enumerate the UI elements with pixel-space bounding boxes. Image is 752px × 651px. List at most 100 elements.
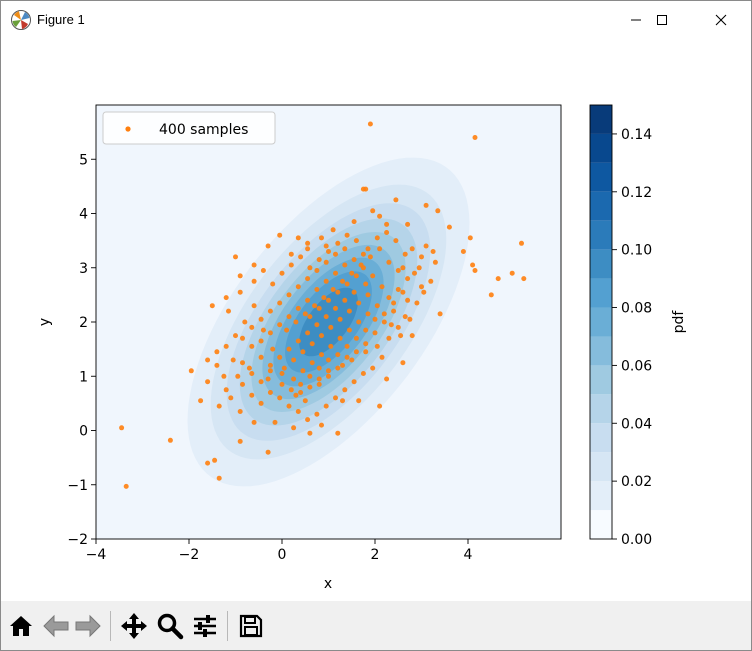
colorbar-band [590, 452, 612, 482]
scatter-point [344, 281, 350, 287]
scatter-point [316, 381, 322, 387]
scatter-point [251, 262, 257, 268]
scatter-point [316, 365, 322, 371]
scatter-point [335, 430, 341, 436]
colorbar-tick-label: 0.08 [621, 301, 652, 317]
scatter-point [319, 235, 324, 241]
scatter-point [307, 265, 313, 271]
scatter-point [423, 202, 429, 208]
scatter-point [302, 311, 308, 317]
scatter-point [307, 314, 313, 320]
forward-button[interactable] [73, 611, 103, 641]
window-title: Figure 1 [37, 12, 85, 27]
scatter-point [295, 338, 301, 344]
subplots-button[interactable] [190, 611, 220, 641]
colorbar-label: pdf [671, 310, 687, 334]
scatter-point [407, 316, 413, 322]
scatter-point [270, 281, 276, 287]
colorbar-ticks: 0.00 0.02 0.04 0.06 0.08 0.10 0.12 0.14 [612, 127, 652, 548]
scatter-point [258, 338, 264, 344]
scatter-point [291, 425, 297, 431]
back-button[interactable] [41, 611, 71, 641]
scatter-point [272, 419, 278, 425]
scatter-point [405, 221, 411, 227]
scatter-point [198, 398, 204, 404]
scatter-point [326, 373, 331, 379]
scatter-point [216, 475, 222, 481]
scatter-point [340, 278, 345, 284]
scatter-point [242, 319, 248, 325]
scatter-point [363, 327, 369, 333]
x-axis-label: x [324, 576, 332, 592]
navigation-toolbar [1, 601, 751, 650]
scatter-point [267, 308, 273, 314]
scatter-point [351, 379, 357, 385]
maximize-button[interactable] [639, 1, 685, 39]
pan-button[interactable] [119, 611, 149, 641]
maximize-icon [657, 15, 667, 25]
scatter-point [307, 373, 313, 379]
scatter-point [300, 349, 306, 355]
plot-svg[interactable]: −4 −2 0 2 4 −2−1012345 x y 400 samples 0.000… [1, 39, 751, 601]
scatter-point [365, 246, 371, 252]
scatter-point [326, 249, 331, 254]
scatter-point [240, 381, 245, 387]
scatter-point [437, 311, 443, 317]
scatter-point [393, 197, 399, 203]
scatter-point [288, 251, 294, 257]
home-button[interactable] [6, 611, 36, 641]
scatter-point [277, 322, 283, 328]
legend-label: 400 samples [159, 122, 248, 138]
scatter-point [305, 246, 311, 252]
scatter-point [277, 232, 283, 238]
scatter-point [400, 360, 406, 366]
x-tick-label: 4 [464, 547, 473, 563]
scatter-point [472, 268, 478, 273]
scatter-point [460, 249, 466, 254]
scatter-point [305, 297, 311, 303]
scatter-point [363, 341, 369, 347]
colorbar-tick-label: 0.02 [621, 474, 652, 490]
scatter-point [379, 354, 385, 360]
scatter-point [326, 368, 331, 374]
save-button[interactable] [236, 611, 266, 641]
scatter-point [335, 365, 341, 371]
toolbar-separator [110, 611, 111, 641]
scatter-point [212, 457, 218, 463]
scatter-point [384, 221, 390, 227]
scatter-point [323, 314, 329, 320]
scatter-point [319, 333, 324, 339]
x-tick-label: −2 [179, 547, 200, 563]
figure-window: Figure 1 −4 −2 0 2 4 −2 −1 0 1 2 3 4 5 x y [0, 0, 752, 651]
figure-canvas[interactable]: −4 −2 0 2 4 −2 −1 0 1 2 3 4 5 x y 400 samples 0.00 0… [1, 39, 751, 601]
close-button[interactable] [698, 1, 744, 39]
scatter-point [286, 403, 292, 409]
colorbar-band [590, 336, 612, 366]
scatter-point [349, 357, 355, 363]
scatter-point [333, 251, 338, 257]
scatter-point [286, 346, 292, 352]
colorbar-band [590, 510, 612, 539]
scatter-point [377, 403, 383, 409]
matplotlib-figure-icon [11, 10, 31, 30]
scatter-point [446, 224, 452, 230]
scatter-point [279, 371, 285, 376]
scatter-point [323, 403, 329, 409]
scatter-point [400, 289, 406, 295]
scatter-point [419, 284, 424, 290]
scatter-point [316, 305, 322, 311]
scatter-point [384, 230, 390, 235]
scatter-point [309, 360, 315, 366]
scatter-point [314, 268, 320, 273]
colorbar-band [590, 249, 612, 279]
scatter-point [363, 281, 369, 287]
scatter-point [291, 376, 297, 382]
scatter-point [258, 379, 264, 385]
scatter-point [509, 270, 515, 276]
scatter-point [307, 384, 313, 390]
zoom-button[interactable] [155, 611, 185, 641]
colorbar-band [590, 278, 612, 308]
scatter-point [435, 208, 441, 214]
colorbar-band [590, 423, 612, 453]
title-bar[interactable]: Figure 1 [1, 1, 751, 39]
